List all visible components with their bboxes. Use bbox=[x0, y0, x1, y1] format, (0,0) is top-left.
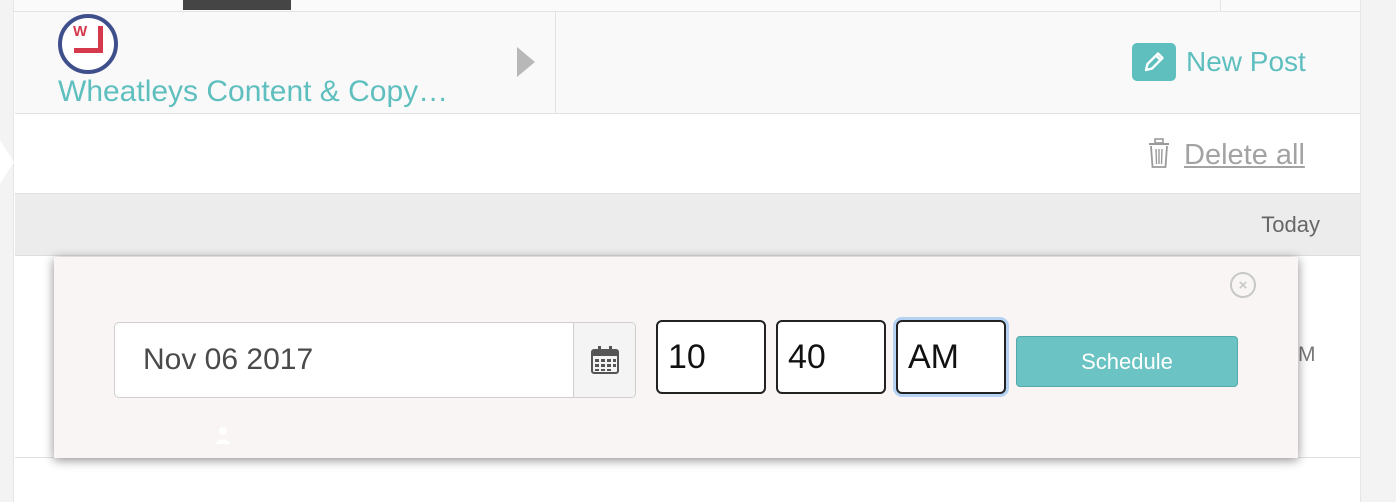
calendar-icon[interactable] bbox=[573, 323, 635, 397]
schedule-button[interactable]: Schedule bbox=[1016, 336, 1238, 387]
minute-field[interactable] bbox=[776, 320, 886, 394]
caret-right-icon[interactable] bbox=[517, 47, 535, 77]
post-time-text: M bbox=[1298, 343, 1316, 366]
date-group-label: Today bbox=[1261, 212, 1320, 237]
trash-icon bbox=[1146, 137, 1172, 174]
user-icon bbox=[214, 425, 232, 445]
new-post-label: New Post bbox=[1186, 46, 1306, 77]
active-tab-indicator[interactable] bbox=[183, 0, 291, 10]
pencil-icon bbox=[1132, 43, 1176, 81]
header-divider bbox=[555, 12, 556, 114]
logo-letter-mark: W bbox=[73, 23, 88, 40]
new-post-button[interactable]: New Post bbox=[1132, 42, 1312, 82]
account-name-link[interactable]: Wheatleys Content & Copy… bbox=[58, 75, 478, 109]
logo-bar-horizontal bbox=[74, 48, 103, 53]
date-field[interactable] bbox=[115, 323, 573, 397]
delete-all-button[interactable]: Delete all bbox=[1146, 135, 1305, 175]
date-picker bbox=[114, 322, 636, 398]
panel-notch bbox=[0, 140, 14, 184]
account-logo-icon[interactable]: W bbox=[58, 14, 118, 74]
date-group-bar bbox=[15, 194, 1360, 256]
delete-all-label: Delete all bbox=[1184, 138, 1305, 171]
am-pm-field[interactable] bbox=[896, 320, 1006, 394]
right-gutter bbox=[1360, 0, 1396, 502]
tab-divider bbox=[1220, 0, 1221, 12]
hour-field[interactable] bbox=[656, 320, 766, 394]
close-icon[interactable]: × bbox=[1230, 272, 1256, 298]
left-gutter bbox=[0, 0, 14, 502]
